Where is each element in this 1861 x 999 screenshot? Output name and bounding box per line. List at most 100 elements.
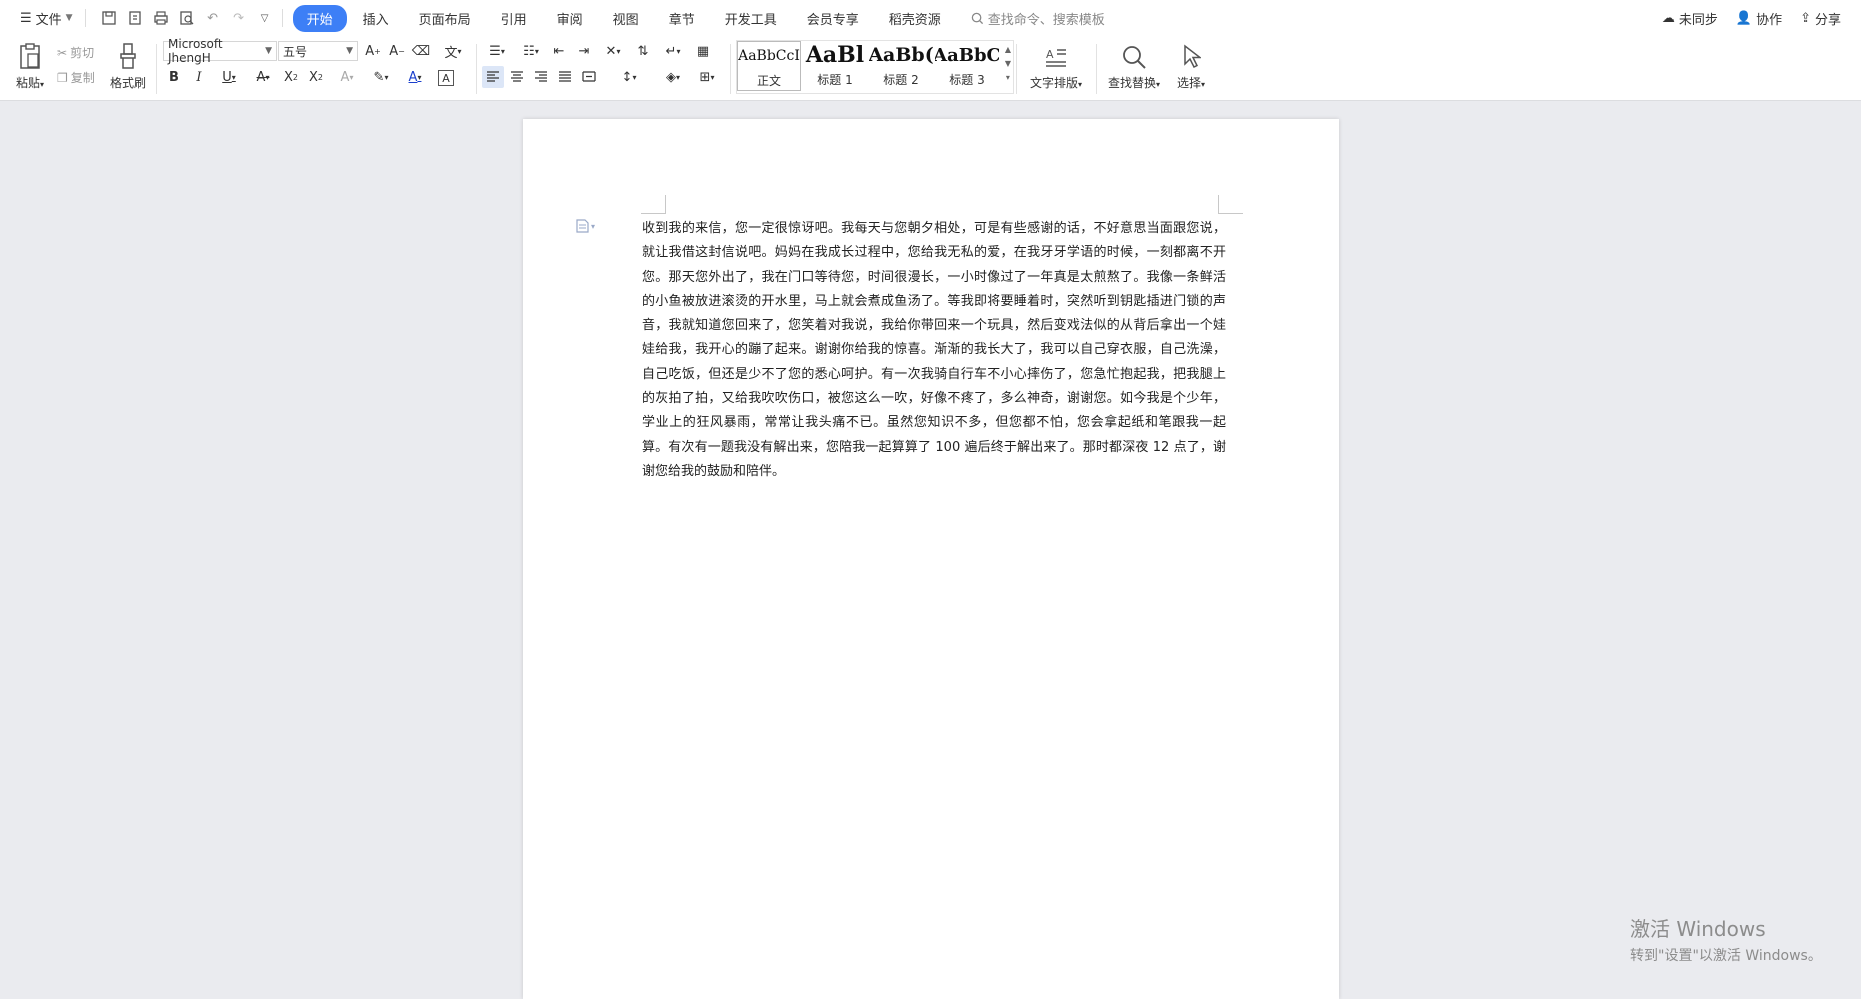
group-divider xyxy=(1096,44,1097,94)
undo-icon[interactable]: ↶ xyxy=(202,7,224,29)
save-icon[interactable] xyxy=(98,7,120,29)
text-effect-icon[interactable]: A ▾ xyxy=(332,66,362,88)
distributed-align-icon[interactable] xyxy=(578,66,600,88)
svg-text:A: A xyxy=(1046,48,1054,61)
tab-page-layout[interactable]: 页面布局 xyxy=(405,5,485,32)
cut-button[interactable]: ✂ 剪切 xyxy=(57,44,94,61)
print-icon[interactable] xyxy=(150,7,172,29)
style-heading-2[interactable]: AaBb( 标题 2 xyxy=(869,41,933,91)
share-button[interactable]: ⇪ 分享 xyxy=(1800,9,1841,28)
clear-format-icon[interactable]: ⌫ xyxy=(410,40,432,62)
collaborate-button[interactable]: 👤 协作 xyxy=(1736,9,1782,28)
group-divider xyxy=(476,44,477,94)
shading-icon[interactable]: ◈ ▾ xyxy=(658,66,688,88)
cursor-arrow-icon xyxy=(1166,40,1216,70)
character-border-icon[interactable]: A xyxy=(438,70,454,86)
justify-icon[interactable] xyxy=(554,66,576,88)
tab-developer[interactable]: 开发工具 xyxy=(711,5,791,32)
margin-mark-top-right xyxy=(1218,195,1243,214)
tab-docer-resources[interactable]: 稻壳资源 xyxy=(875,5,955,32)
paste-button[interactable]: 粘贴▾ xyxy=(8,36,52,91)
select-button[interactable]: 选择▾ xyxy=(1166,36,1216,91)
pinyin-guide-icon[interactable]: 文 ▾ xyxy=(436,40,470,62)
ribbon-toolbar: 粘贴▾ ✂ 剪切 ❐ 复制 格式刷 Microsoft JhengH ▼ 五号 ▼ … xyxy=(0,36,1861,101)
strikethrough-icon[interactable]: A ▾ xyxy=(248,66,278,88)
sync-status-button[interactable]: ☁ 未同步 xyxy=(1662,9,1718,28)
style-normal[interactable]: AaBbCcI 正文 xyxy=(737,41,801,91)
divider xyxy=(281,9,283,27)
tab-home[interactable]: 开始 xyxy=(292,4,347,32)
find-replace-button[interactable]: 查找替换▾ xyxy=(1104,36,1164,91)
font-color-icon[interactable]: A ▾ xyxy=(400,66,430,88)
brush-icon xyxy=(106,40,150,70)
text-layout-button[interactable]: A 文字排版▾ xyxy=(1026,36,1086,91)
show-marks-icon[interactable]: ↵ ▾ xyxy=(658,40,688,62)
borders-icon[interactable]: ⊞ ▾ xyxy=(692,66,722,88)
tab-references[interactable]: 引用 xyxy=(487,5,541,32)
chevron-down-icon: ▼ xyxy=(65,13,73,23)
chinese-layout-icon[interactable]: ✕ ▾ xyxy=(598,40,628,62)
copy-icon: ❐ xyxy=(57,70,68,85)
tab-view[interactable]: 视图 xyxy=(599,5,653,32)
underline-icon[interactable]: U ▾ xyxy=(212,66,246,88)
tab-review[interactable]: 审阅 xyxy=(543,5,597,32)
increase-font-icon[interactable]: A + xyxy=(362,40,384,62)
search-placeholder: 查找命令、搜索模板 xyxy=(987,12,1105,28)
redo-icon[interactable]: ↷ xyxy=(228,7,250,29)
bold-icon[interactable]: B xyxy=(163,66,185,88)
increase-indent-icon[interactable]: ⇥ xyxy=(573,40,595,62)
user-icon: 👤 xyxy=(1735,10,1753,26)
magnifier-icon xyxy=(1104,40,1164,70)
clipboard-icon xyxy=(8,40,52,70)
numbered-list-icon[interactable]: ☷ ▾ xyxy=(516,40,546,62)
search-icon xyxy=(971,12,983,24)
font-name-select[interactable]: Microsoft JhengH ▼ xyxy=(163,37,277,65)
chevron-down-icon: ▼ xyxy=(346,46,353,56)
command-search[interactable]: 查找命令、搜索模板 xyxy=(971,9,1105,28)
tab-section[interactable]: 章节 xyxy=(655,5,709,32)
decrease-indent-icon[interactable]: ⇤ xyxy=(548,40,570,62)
hamburger-icon: ☰ xyxy=(20,10,32,26)
divider xyxy=(84,9,86,27)
styles-gallery: AaBbCcI 正文 AaBl 标题 1 AaBb( 标题 2 AaBbC 标题… xyxy=(736,40,1014,94)
document-body-text[interactable]: 收到我的来信，您一定很惊讶吧。我每天与您朝夕相处，可是有些感谢的话，不好意思当面… xyxy=(642,217,1226,484)
ribbon-tabs: 开始 插入 页面布局 引用 审阅 视图 章节 开发工具 会员专享 稻壳资源 xyxy=(292,4,957,32)
paragraph-options-icon[interactable]: ▾ xyxy=(576,219,595,233)
sort-icon[interactable]: ⇅ xyxy=(632,40,654,62)
format-painter-button[interactable]: 格式刷 xyxy=(106,36,150,91)
group-divider xyxy=(1016,44,1017,94)
decrease-font-icon[interactable]: A − xyxy=(386,40,408,62)
windows-activation-watermark: 激活 Windows 转到"设置"以激活 Windows。 xyxy=(1630,917,1822,964)
margin-mark-top-left xyxy=(641,195,666,214)
document-canvas[interactable]: ▾ 收到我的来信，您一定很惊讶吧。我每天与您朝夕相处，可是有些感谢的话，不好意思… xyxy=(0,101,1861,999)
gallery-scroll[interactable]: ▲ ▼ ▾ xyxy=(1005,43,1011,85)
align-right-icon[interactable] xyxy=(530,66,552,88)
highlight-icon[interactable]: ✎ ▾ xyxy=(366,66,396,88)
cloud-icon: ☁ xyxy=(1661,10,1675,26)
bullet-list-icon[interactable]: ☰ ▾ xyxy=(482,40,512,62)
superscript-icon[interactable]: X2 xyxy=(280,66,302,88)
text-layout-icon: A xyxy=(1026,40,1086,70)
tab-member[interactable]: 会员专享 xyxy=(793,5,873,32)
group-divider xyxy=(156,44,157,94)
style-heading-3[interactable]: AaBbC 标题 3 xyxy=(935,41,999,91)
subscript-icon[interactable]: X2 xyxy=(305,66,327,88)
line-spacing-icon[interactable]: ↕ ▾ xyxy=(614,66,644,88)
document-page[interactable]: ▾ 收到我的来信，您一定很惊讶吧。我每天与您朝夕相处，可是有些感谢的话，不好意思… xyxy=(523,119,1339,999)
file-menu-button[interactable]: ☰ 文件 ▼ xyxy=(14,9,79,28)
font-size-select[interactable]: 五号 ▼ xyxy=(278,41,358,61)
customize-quick-access-icon[interactable]: ▽ xyxy=(254,7,276,29)
share-icon: ⇪ xyxy=(1800,10,1811,26)
export-pdf-icon[interactable] xyxy=(124,7,146,29)
tab-insert[interactable]: 插入 xyxy=(349,5,403,32)
table-tab-icon[interactable]: ▦ xyxy=(692,40,714,62)
style-heading-1[interactable]: AaBl 标题 1 xyxy=(803,41,867,91)
italic-icon[interactable]: I xyxy=(188,66,210,88)
copy-button[interactable]: ❐ 复制 xyxy=(57,69,95,86)
align-left-icon[interactable] xyxy=(482,66,504,88)
print-preview-icon[interactable] xyxy=(176,7,198,29)
scissors-icon: ✂ xyxy=(57,45,68,60)
align-center-icon[interactable] xyxy=(506,66,528,88)
menu-bar: ☰ 文件 ▼ ↶ ↷ ▽ 开始 插入 页面布局 引用 审阅 视图 章节 开发工具… xyxy=(0,0,1861,36)
group-divider xyxy=(730,44,731,94)
